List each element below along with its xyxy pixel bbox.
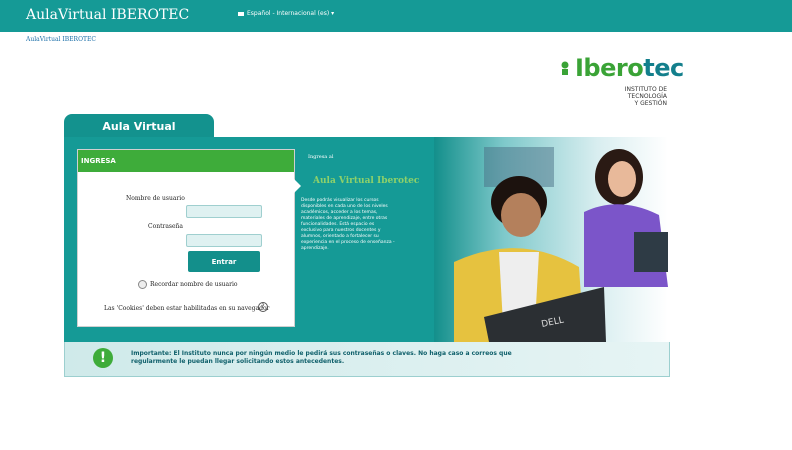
- iberotec-logo: Iberotec INSTITUTO DE TECNOLOGÍA Y GESTI…: [559, 56, 684, 120]
- logo-subtitle: INSTITUTO DE TECNOLOGÍA Y GESTIÓN: [624, 86, 667, 107]
- info-body: Desde podrás visualizar los cursos dispo…: [301, 198, 395, 251]
- notice-bar: ! Importante: El Instituto nunca por nin…: [64, 342, 670, 377]
- language-label: Español - Internacional (es) ▾: [247, 10, 335, 17]
- remember-label: Recordar nombre de usuario: [150, 281, 238, 288]
- callout-arrow: [293, 178, 301, 194]
- top-bar: AulaVirtual IBEROTEC Español - Internaci…: [0, 0, 792, 32]
- students-illustration: DELL: [454, 147, 668, 342]
- info-title: Aula Virtual Iberotec: [313, 176, 420, 186]
- key-icon: !: [93, 348, 113, 368]
- site-title[interactable]: AulaVirtual IBEROTEC: [26, 7, 189, 23]
- login-button[interactable]: Entrar: [188, 251, 260, 272]
- remember-checkbox[interactable]: [138, 280, 147, 289]
- notice-strong: Importante:: [131, 350, 172, 357]
- language-selector[interactable]: Español - Internacional (es) ▾: [238, 10, 334, 17]
- login-panel: INGRESA Nombre de usuario Contraseña Ent…: [77, 149, 295, 327]
- students-photo: DELL: [434, 137, 668, 342]
- notice-text: Importante: El Instituto nunca por ningú…: [131, 350, 551, 366]
- password-label: Contraseña: [148, 223, 183, 230]
- password-input[interactable]: [186, 234, 262, 247]
- tab-label: Aula Virtual: [102, 120, 176, 133]
- username-label: Nombre de usuario: [126, 195, 185, 202]
- flag-icon: [238, 11, 244, 16]
- username-input[interactable]: [186, 205, 262, 218]
- breadcrumb[interactable]: AulaVirtual IBEROTEC: [26, 36, 96, 43]
- info-kicker: Ingresa al: [308, 154, 334, 160]
- cookies-label: Las 'Cookies' deben estar habilitadas en…: [104, 305, 270, 312]
- logo-mark-icon: [561, 61, 569, 75]
- logo-wordmark: Iberotec: [575, 54, 684, 82]
- login-header: INGRESA: [78, 150, 294, 172]
- notice-message: El Instituto nunca por ningún medio le p…: [131, 350, 512, 365]
- help-icon[interactable]: ?: [258, 302, 268, 312]
